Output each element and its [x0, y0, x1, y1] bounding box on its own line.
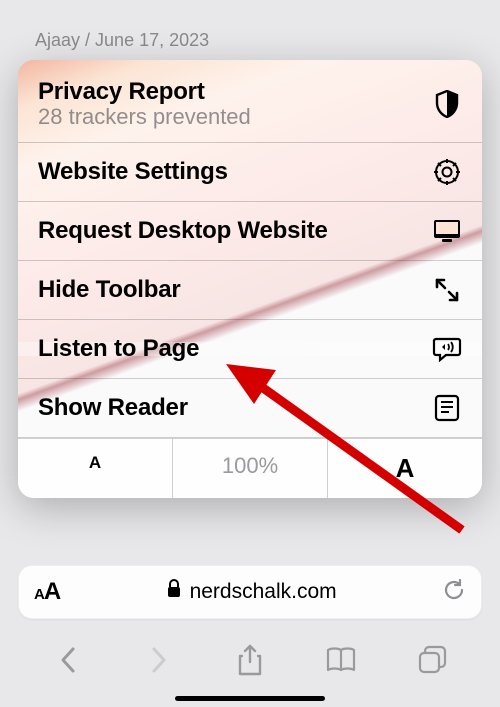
domain-text: nerdschalk.com	[190, 580, 337, 604]
website-settings-label: Website Settings	[38, 158, 228, 186]
byline-author: Ajaay	[35, 30, 80, 50]
desktop-website-label: Request Desktop Website	[38, 217, 328, 245]
share-button[interactable]	[230, 640, 270, 680]
show-reader-label: Show Reader	[38, 394, 188, 422]
home-indicator	[175, 696, 325, 701]
desktop-icon	[432, 216, 462, 246]
forward-button[interactable]	[139, 640, 179, 680]
zoom-level: 100%	[173, 439, 328, 498]
zoom-out-label: A	[89, 453, 101, 472]
bottom-toolbar	[0, 631, 500, 689]
zoom-out-button[interactable]: A	[18, 439, 173, 498]
reload-button[interactable]	[442, 578, 466, 607]
shield-icon	[432, 89, 462, 119]
byline: Ajaay / June 17, 2023	[35, 30, 209, 51]
menu-item-website-settings[interactable]: Website Settings	[18, 143, 482, 202]
zoom-row: A 100% A	[18, 438, 482, 498]
menu-item-text: Privacy Report 28 trackers prevented	[38, 78, 251, 130]
hide-toolbar-label: Hide Toolbar	[38, 276, 181, 304]
zoom-in-label: A	[396, 453, 415, 483]
reader-icon	[432, 393, 462, 423]
byline-date: June 17, 2023	[95, 30, 209, 50]
address-bar[interactable]: AA nerdschalk.com	[18, 565, 482, 619]
menu-item-hide-toolbar[interactable]: Hide Toolbar	[18, 261, 482, 320]
tabs-button[interactable]	[412, 640, 452, 680]
page-menu: Privacy Report 28 trackers prevented Web…	[18, 60, 482, 498]
menu-item-listen-to-page[interactable]: Listen to Page	[18, 320, 482, 379]
speech-audio-icon	[432, 334, 462, 364]
reader-mode-button[interactable]: AA	[34, 578, 60, 606]
page-menu-popup: Privacy Report 28 trackers prevented Web…	[18, 60, 482, 498]
lock-icon	[166, 579, 182, 605]
menu-item-desktop-website[interactable]: Request Desktop Website	[18, 202, 482, 261]
zoom-in-button[interactable]: A	[328, 439, 482, 498]
byline-sep: /	[80, 30, 95, 50]
menu-item-privacy-report[interactable]: Privacy Report 28 trackers prevented	[18, 60, 482, 143]
aa-big-icon: A	[44, 578, 60, 606]
back-button[interactable]	[48, 640, 88, 680]
address-domain[interactable]: nerdschalk.com	[74, 579, 428, 605]
privacy-report-sub: 28 trackers prevented	[38, 104, 251, 130]
menu-item-show-reader[interactable]: Show Reader	[18, 379, 482, 438]
expand-icon	[432, 275, 462, 305]
privacy-report-label: Privacy Report	[38, 78, 251, 106]
aa-small-icon: A	[34, 586, 44, 603]
gear-icon	[432, 157, 462, 187]
bookmarks-button[interactable]	[321, 640, 361, 680]
zoom-level-label: 100%	[222, 453, 278, 478]
listen-to-page-label: Listen to Page	[38, 335, 199, 363]
